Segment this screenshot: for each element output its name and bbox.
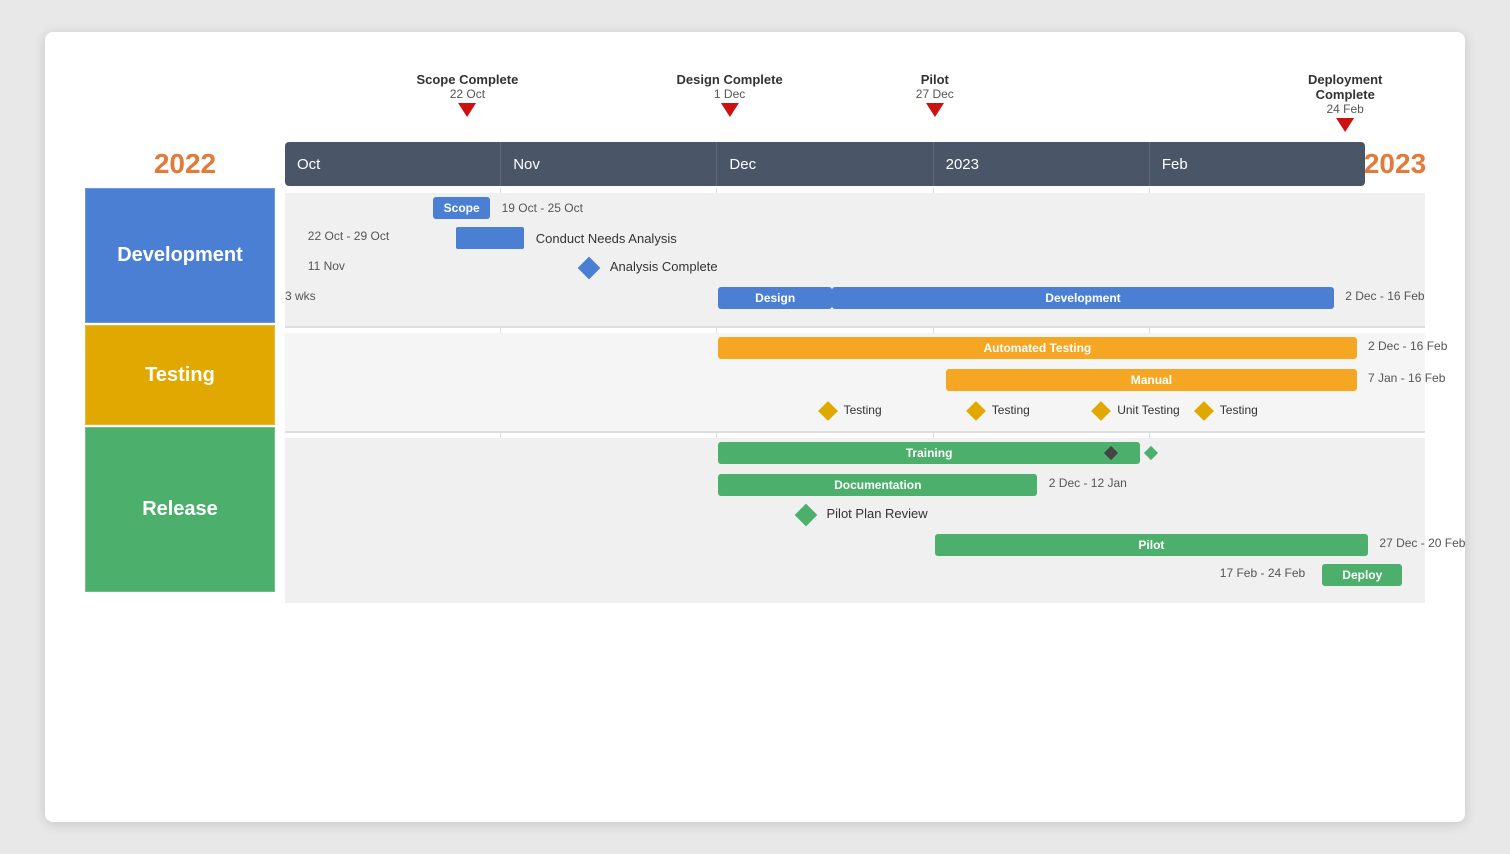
milestone-deployment-complete: Deployment Complete 24 Feb	[1305, 72, 1385, 132]
testing-diamond-3	[1091, 401, 1111, 421]
milestone-design-label: Design Complete	[677, 72, 783, 87]
pilot-row: Pilot 27 Dec - 20 Feb	[285, 530, 1425, 560]
manual-bar: Manual	[946, 369, 1356, 391]
milestone-pilot-date: 27 Dec	[916, 87, 954, 101]
pilot-date-range: 27 Dec - 20 Feb	[1379, 536, 1465, 550]
year-2022-label: 2022	[85, 148, 285, 180]
milestone-pilot: Pilot 27 Dec	[916, 72, 954, 117]
documentation-row: Documentation 2 Dec - 12 Jan	[285, 470, 1425, 500]
documentation-bar: Documentation	[718, 474, 1037, 496]
gantt-body: Development Testing Release	[85, 188, 1425, 603]
cna-date-text: 22 Oct - 29 Oct	[308, 229, 389, 243]
milestone-design-complete: Design Complete 1 Dec	[677, 72, 783, 117]
analysis-complete-diamond	[578, 257, 601, 280]
cna-bar	[456, 227, 524, 249]
scope-date-range: 19 Oct - 25 Oct	[502, 201, 583, 215]
scope-bar: Scope	[433, 197, 490, 219]
manual-row: Manual 7 Jan - 16 Feb	[285, 365, 1425, 397]
doc-date-range: 2 Dec - 12 Jan	[1049, 476, 1127, 490]
deploy-bar: Deploy	[1322, 564, 1402, 586]
testing-diamond-2	[966, 401, 986, 421]
month-feb: Feb	[1150, 142, 1365, 186]
auto-testing-row: Automated Testing 2 Dec - 16 Feb	[285, 333, 1425, 365]
testing-label: Testing	[85, 325, 275, 425]
month-dec: Dec	[717, 142, 933, 186]
release-label: Release	[85, 427, 275, 592]
milestone-scope-date: 22 Oct	[450, 87, 485, 101]
gantt-labels: Development Testing Release	[85, 188, 285, 603]
scope-row: Scope 19 Oct - 25 Oct	[285, 193, 1425, 223]
design-dev-date-range: 2 Dec - 16 Feb	[1345, 289, 1424, 303]
milestone-pilot-label: Pilot	[921, 72, 949, 87]
testing-diamond-1	[818, 401, 838, 421]
cna-label: Conduct Needs Analysis	[536, 231, 677, 246]
testing-diamond-4	[1194, 401, 1214, 421]
auto-testing-bar: Automated Testing	[718, 337, 1356, 359]
pilot-plan-diamond	[795, 504, 818, 527]
deploy-row: 17 Feb - 24 Feb Deploy	[285, 560, 1425, 590]
milestone-design-date: 1 Dec	[714, 87, 745, 101]
training-bar: Training	[718, 442, 1140, 464]
dev-section: Scope 19 Oct - 25 Oct 22 Oct - 29 Oct Co…	[285, 193, 1425, 328]
pilot-plan-label: Pilot Plan Review	[827, 506, 928, 521]
milestone-design-arrow	[721, 103, 739, 117]
design-weeks-text: 3 wks	[285, 289, 316, 303]
pilot-plan-row: Pilot Plan Review	[285, 500, 1425, 530]
gantt-chart-area: Scope 19 Oct - 25 Oct 22 Oct - 29 Oct Co…	[285, 188, 1425, 603]
month-nov: Nov	[501, 142, 717, 186]
milestone-deployment-arrow	[1336, 118, 1354, 132]
auto-testing-date: 2 Dec - 16 Feb	[1368, 339, 1447, 353]
design-dev-row: 3 wks Design Development 2 Dec - 16 Feb	[285, 283, 1425, 313]
development-bar: Development	[832, 287, 1334, 309]
deploy-date-range: 17 Feb - 24 Feb	[1220, 566, 1305, 580]
dev-label: Development	[85, 188, 275, 323]
month-oct: Oct	[285, 142, 501, 186]
month-2023: 2023	[934, 142, 1150, 186]
design-bar: Design	[718, 287, 832, 309]
testing-label-3: Testing	[1220, 403, 1258, 417]
timeline-header-row: 2022 Oct Nov Dec 2023 Feb 2023	[85, 142, 1425, 186]
pilot-bar: Pilot	[935, 534, 1368, 556]
manual-date: 7 Jan - 16 Feb	[1368, 371, 1445, 385]
milestone-deployment-date: 24 Feb	[1327, 102, 1364, 116]
year-2023-label: 2023	[1365, 148, 1425, 180]
testing-label-1: Testing	[844, 403, 882, 417]
training-diamond-2	[1144, 446, 1158, 460]
training-row: Training	[285, 438, 1425, 470]
milestone-deployment-label: Deployment Complete	[1305, 72, 1385, 102]
main-card: Scope Complete 22 Oct Design Complete 1 …	[45, 32, 1465, 822]
milestones-area: Scope Complete 22 Oct Design Complete 1 …	[285, 72, 1425, 142]
unit-testing-label: Unit Testing	[1117, 403, 1179, 417]
milestone-scope-arrow	[458, 103, 476, 117]
analysis-date-text: 11 Nov	[308, 259, 345, 273]
milestone-scope-label: Scope Complete	[416, 72, 518, 87]
milestone-scope-complete: Scope Complete 22 Oct	[416, 72, 518, 117]
milestone-pilot-arrow	[926, 103, 944, 117]
testing-label-2: Testing	[992, 403, 1030, 417]
analysis-complete-label: Analysis Complete	[610, 259, 718, 274]
cna-row: 22 Oct - 29 Oct Conduct Needs Analysis	[285, 223, 1425, 253]
analysis-complete-row: 11 Nov Analysis Complete	[285, 253, 1425, 283]
release-section: Training Documentation 2 Dec - 12 Jan	[285, 438, 1425, 603]
testing-section: Automated Testing 2 Dec - 16 Feb Manual …	[285, 333, 1425, 433]
testing-diamonds-row: Testing Testing Unit Testing Testing	[285, 397, 1425, 427]
months-bar: Oct Nov Dec 2023 Feb	[285, 142, 1365, 186]
